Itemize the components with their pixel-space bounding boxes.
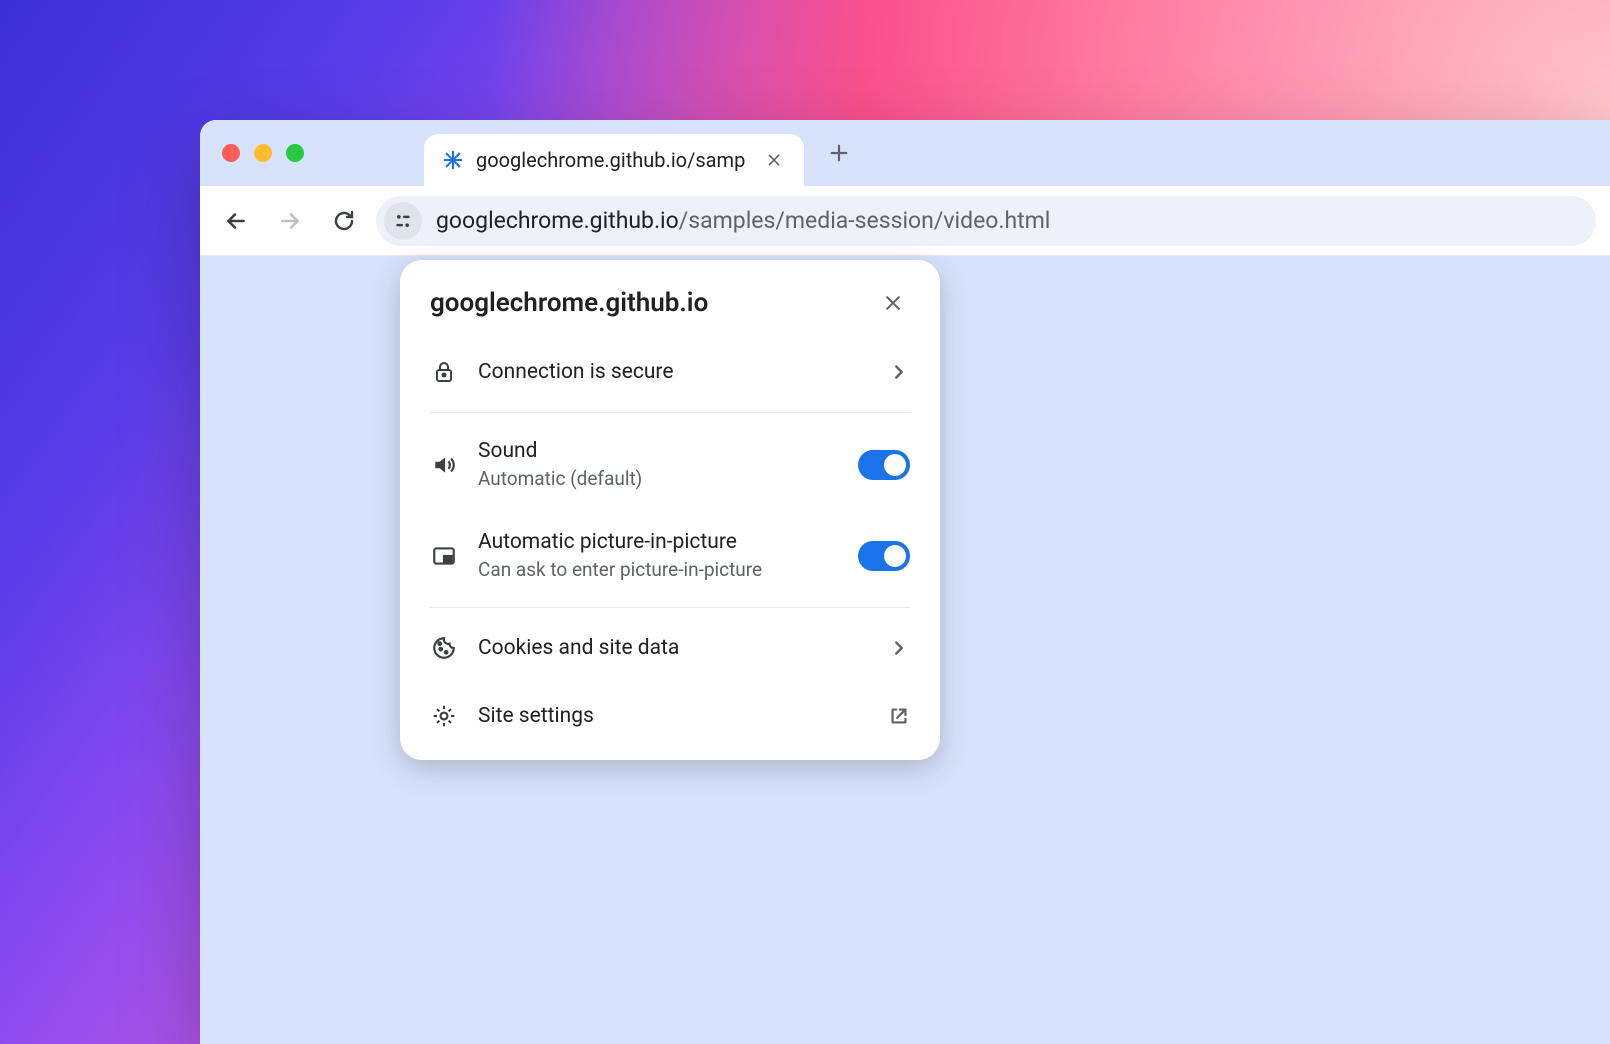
tab-close-button[interactable] xyxy=(762,148,786,172)
pip-title: Automatic picture-in-picture xyxy=(478,530,838,554)
sound-title: Sound xyxy=(478,439,838,463)
window-minimize-button[interactable] xyxy=(254,144,272,162)
toolbar: googlechrome.github.io/samples/media-ses… xyxy=(200,186,1610,256)
tab-title: googlechrome.github.io/samp xyxy=(476,148,750,172)
forward-button[interactable] xyxy=(268,199,312,243)
chevron-right-icon xyxy=(888,637,910,659)
window-zoom-button[interactable] xyxy=(286,144,304,162)
back-button[interactable] xyxy=(214,199,258,243)
cookies-label: Cookies and site data xyxy=(478,636,868,660)
browser-tab[interactable]: googlechrome.github.io/samp xyxy=(424,134,804,186)
address-bar[interactable]: googlechrome.github.io/samples/media-ses… xyxy=(376,196,1596,246)
browser-window: googlechrome.github.io/samp googlechrome… xyxy=(200,120,1610,1044)
new-tab-button[interactable] xyxy=(828,142,850,164)
reload-button[interactable] xyxy=(322,199,366,243)
pip-toggle[interactable] xyxy=(858,541,910,571)
site-settings-row[interactable]: Site settings xyxy=(400,682,940,750)
divider xyxy=(430,607,910,608)
popover-close-button[interactable] xyxy=(876,286,910,320)
lock-icon xyxy=(430,358,458,386)
pip-subtitle: Can ask to enter picture-in-picture xyxy=(478,558,838,581)
site-info-button[interactable] xyxy=(384,202,422,240)
site-info-popover: googlechrome.github.io Connection is sec… xyxy=(400,260,940,760)
window-controls xyxy=(222,144,304,162)
divider xyxy=(430,412,910,413)
tab-favicon xyxy=(442,149,464,171)
open-external-icon xyxy=(888,705,910,727)
tab-strip: googlechrome.github.io/samp xyxy=(200,120,1610,186)
chevron-right-icon xyxy=(888,361,910,383)
window-close-button[interactable] xyxy=(222,144,240,162)
connection-row[interactable]: Connection is secure xyxy=(400,338,940,406)
cookie-icon xyxy=(430,634,458,662)
url-text: googlechrome.github.io/samples/media-ses… xyxy=(436,207,1050,234)
sound-row: Sound Automatic (default) xyxy=(400,419,940,510)
popover-title: googlechrome.github.io xyxy=(430,288,708,318)
sound-subtitle: Automatic (default) xyxy=(478,467,838,490)
pip-row: Automatic picture-in-picture Can ask to … xyxy=(400,510,940,601)
url-path: /samples/media-session/video.html xyxy=(679,207,1051,234)
url-host: googlechrome.github.io xyxy=(436,207,679,234)
cookies-row[interactable]: Cookies and site data xyxy=(400,614,940,682)
gear-icon xyxy=(430,702,458,730)
sound-icon xyxy=(430,451,458,479)
sound-toggle[interactable] xyxy=(858,450,910,480)
connection-label: Connection is secure xyxy=(478,360,868,384)
pip-icon xyxy=(430,542,458,570)
site-settings-label: Site settings xyxy=(478,704,868,728)
